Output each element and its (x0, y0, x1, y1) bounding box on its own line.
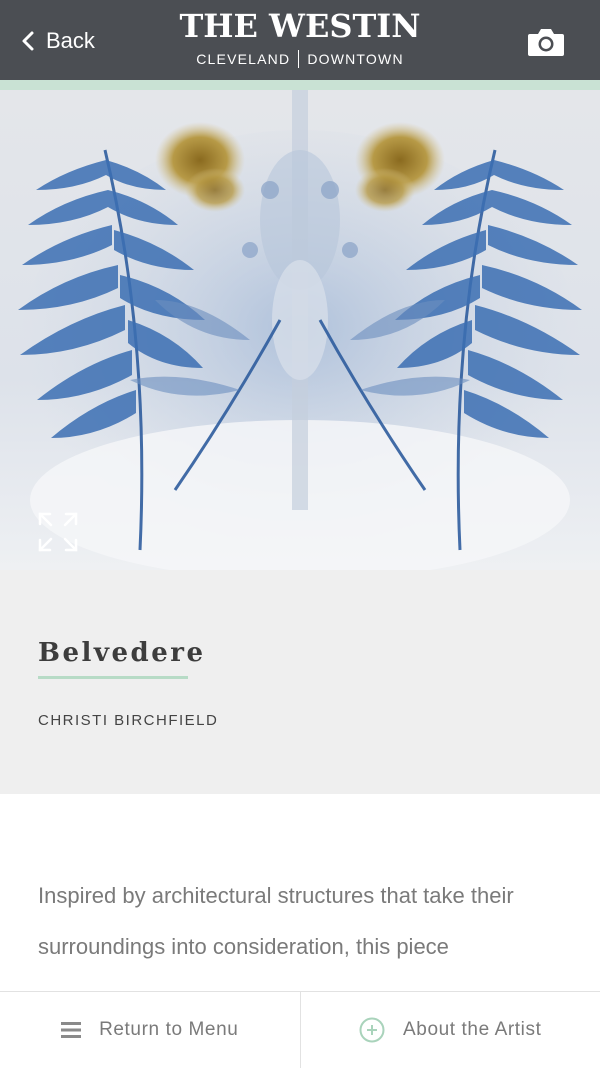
artwork-illustration (0, 90, 600, 570)
chevron-left-icon (20, 30, 36, 52)
brand-divider (298, 50, 299, 68)
bottom-bar: Return to Menu About the Artist (0, 991, 600, 1068)
artwork-description: Inspired by architectural structures tha… (38, 870, 568, 972)
back-button[interactable]: Back (20, 26, 95, 56)
back-label: Back (46, 26, 95, 56)
plus-circle-icon (359, 1017, 385, 1043)
brand-area: DOWNTOWN (307, 50, 403, 68)
return-to-menu-label: Return to Menu (99, 1019, 238, 1041)
about-the-artist-button[interactable]: About the Artist (301, 992, 600, 1068)
title-underline (38, 676, 188, 679)
expand-icon[interactable] (36, 510, 80, 554)
camera-icon[interactable] (527, 26, 565, 58)
brand-subtitle: CLEVELAND DOWNTOWN (150, 50, 450, 68)
about-the-artist-label: About the Artist (403, 1019, 541, 1041)
accent-bar (0, 80, 600, 90)
brand-city: CLEVELAND (196, 50, 290, 68)
hamburger-icon (61, 1022, 81, 1038)
artwork-info-panel: Belvedere CHRISTI BIRCHFIELD (0, 570, 600, 794)
artist-name: CHRISTI BIRCHFIELD (38, 712, 218, 729)
brand-title: THE WESTIN (150, 6, 450, 46)
artwork-image[interactable] (0, 90, 600, 570)
app-header: Back THE WESTIN CLEVELAND DOWNTOWN (0, 0, 600, 80)
brand-logo: THE WESTIN CLEVELAND DOWNTOWN (150, 6, 450, 68)
artwork-title: Belvedere (38, 638, 206, 668)
return-to-menu-button[interactable]: Return to Menu (0, 992, 300, 1068)
